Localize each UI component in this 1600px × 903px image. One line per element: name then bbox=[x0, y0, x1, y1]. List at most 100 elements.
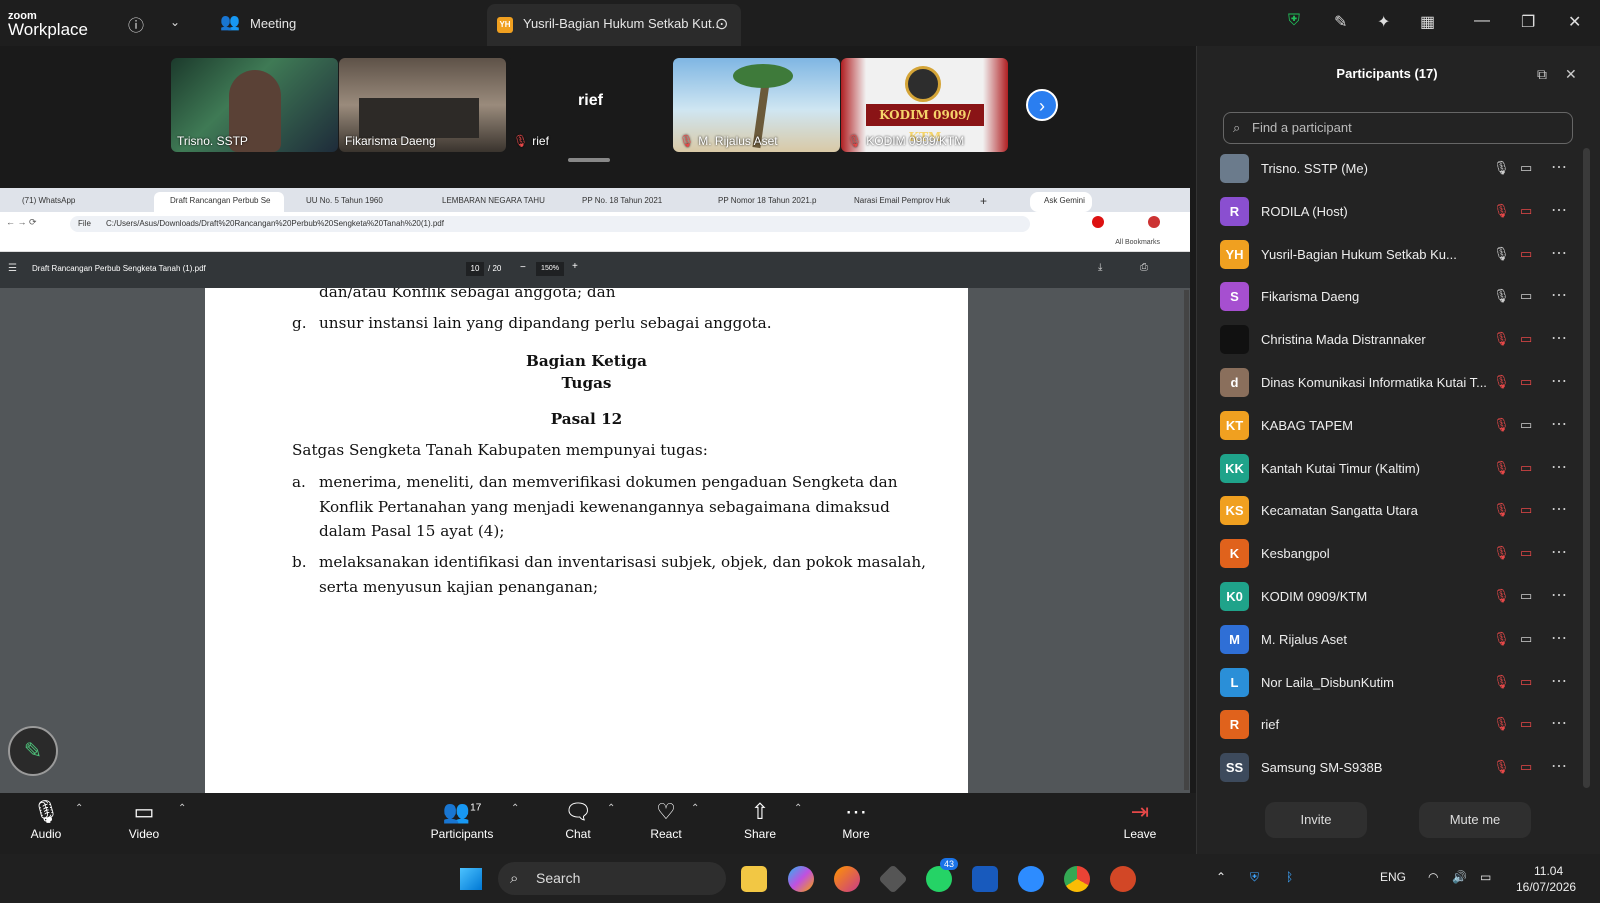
react-button[interactable]: ♡ React bbox=[644, 799, 688, 841]
bluetooth-icon[interactable]: ᛒ bbox=[1286, 870, 1293, 884]
participant-row[interactable]: KT KABAG TAPEM 🎙 ▭ ⋯ bbox=[1197, 405, 1592, 447]
react-options-caret[interactable]: ⌃ bbox=[691, 803, 699, 814]
annotate-pen-icon[interactable]: ✎ bbox=[1334, 12, 1347, 32]
browser-tab[interactable]: PP Nomor 18 Tahun 2021.p bbox=[702, 192, 828, 212]
print-icon[interactable]: ⎙ bbox=[1140, 262, 1148, 273]
file-explorer-icon[interactable] bbox=[741, 866, 767, 892]
clock-date[interactable]: 16/07/2026 bbox=[1516, 880, 1576, 894]
pdf-viewport[interactable]: dan/atau Konflik sebagai anggota; dan g.… bbox=[0, 288, 1190, 793]
download-icon[interactable]: ⤓ bbox=[1098, 262, 1102, 273]
camera-on-icon[interactable]: ▭ bbox=[1520, 160, 1532, 176]
participant-row[interactable]: K Kesbangpol 🎙 ▭ ⋯ bbox=[1197, 533, 1592, 575]
mic-muted-icon[interactable]: 🎙 bbox=[1493, 759, 1510, 775]
mic-muted-icon[interactable]: 🎙 bbox=[1493, 331, 1510, 347]
video-button[interactable]: ▭ Video bbox=[118, 799, 170, 841]
video-tile-fikarisma[interactable]: Fikarisma Daeng bbox=[339, 58, 506, 152]
participant-row[interactable]: S Fikarisma Daeng 🎙 ▭ ⋯ bbox=[1197, 276, 1592, 318]
profile-avatar[interactable] bbox=[1148, 216, 1160, 228]
mic-muted-icon[interactable]: 🎙 bbox=[1493, 588, 1510, 604]
app-icon[interactable] bbox=[878, 864, 908, 894]
video-tile-kodim[interactable]: KODIM 0909/ KTM 🎙 KODIM 0909/KTM bbox=[841, 58, 1008, 152]
participant-row[interactable]: d Dinas Komunikasi Informatika Kutai T...… bbox=[1197, 362, 1592, 404]
mic-on-icon[interactable]: 🎙 bbox=[1493, 288, 1510, 304]
copilot-icon[interactable] bbox=[788, 866, 814, 892]
participant-row[interactable]: K0 KODIM 0909/KTM 🎙 ▭ ⋯ bbox=[1197, 576, 1592, 618]
volume-icon[interactable]: 🔊 bbox=[1452, 870, 1467, 884]
camera-on-icon[interactable]: ▭ bbox=[1520, 588, 1532, 604]
browser-tab[interactable]: LEMBARAN NEGARA TAHU bbox=[426, 192, 556, 212]
taskbar-search-box[interactable]: ⌕ Search bbox=[498, 862, 726, 895]
annotate-pencil-button[interactable]: ✎ bbox=[8, 726, 58, 776]
camera-off-icon[interactable]: ▭ bbox=[1520, 331, 1532, 347]
more-button[interactable]: ⋯ More bbox=[834, 799, 878, 841]
invite-button[interactable]: Invite bbox=[1265, 802, 1367, 838]
more-options-icon[interactable]: ⋯ bbox=[1551, 756, 1567, 776]
security-shield-icon[interactable]: ⛨ bbox=[1288, 12, 1300, 30]
more-options-icon[interactable]: ⋯ bbox=[1551, 585, 1567, 605]
popout-icon[interactable]: ⧉ bbox=[1537, 66, 1547, 83]
more-options-icon[interactable]: ⋯ bbox=[1551, 328, 1567, 348]
more-options-icon[interactable]: ⋯ bbox=[1551, 628, 1567, 648]
participant-row[interactable]: Christina Mada Distrannaker 🎙 ▭ ⋯ bbox=[1197, 319, 1592, 361]
chevron-down-icon[interactable]: ⌄ bbox=[170, 15, 180, 29]
mic-muted-icon[interactable]: 🎙 bbox=[1493, 716, 1510, 732]
firefox-icon[interactable] bbox=[834, 866, 860, 892]
more-options-icon[interactable]: ⋯ bbox=[1551, 371, 1567, 391]
browser-tab[interactable]: PP No. 18 Tahun 2021 bbox=[566, 192, 692, 212]
defender-icon[interactable]: ⛨ bbox=[1250, 870, 1259, 885]
share-options-caret[interactable]: ⌃ bbox=[794, 803, 802, 814]
new-tab-button[interactable]: + bbox=[976, 192, 996, 212]
share-button[interactable]: ⇧ Share bbox=[738, 799, 782, 841]
mic-muted-icon[interactable]: 🎙 bbox=[1493, 502, 1510, 518]
zoom-app-icon[interactable] bbox=[1018, 866, 1044, 892]
participant-row[interactable]: Rrief 🎙 ▭ ⋯ bbox=[1197, 704, 1592, 746]
mic-muted-icon[interactable]: 🎙 bbox=[1493, 460, 1510, 476]
page-number-input[interactable]: 10 bbox=[466, 262, 484, 276]
find-participant-input[interactable]: ⌕ Find a participant bbox=[1223, 112, 1573, 144]
video-tile-trisno[interactable]: Trisno. SSTP bbox=[171, 58, 338, 152]
mute-me-button[interactable]: Mute me bbox=[1419, 802, 1531, 838]
participant-row[interactable]: KK Kantah Kutai Timur (Kaltim) 🎙 ▭ ⋯ bbox=[1197, 448, 1592, 490]
zoom-level-input[interactable]: 150% bbox=[536, 262, 564, 276]
participant-row[interactable]: L Nor Laila_DisbunKutim 🎙 ▭ ⋯ bbox=[1197, 662, 1592, 704]
mic-muted-icon[interactable]: 🎙 bbox=[1493, 631, 1510, 647]
more-options-icon[interactable]: ⊙ bbox=[715, 14, 728, 34]
minimize-icon[interactable]: — bbox=[1474, 12, 1490, 30]
audio-options-caret[interactable]: ⌃ bbox=[75, 803, 83, 814]
more-options-icon[interactable]: ⋯ bbox=[1551, 671, 1567, 691]
clock-time[interactable]: 11.04 bbox=[1534, 864, 1563, 878]
camera-off-icon[interactable]: ▭ bbox=[1520, 502, 1532, 518]
ai-companion-icon[interactable]: ✦ bbox=[1377, 12, 1390, 32]
meeting-tab-label[interactable]: Meeting bbox=[250, 16, 296, 31]
chat-button[interactable]: 🗨 Chat bbox=[556, 799, 600, 841]
more-options-icon[interactable]: ⋯ bbox=[1551, 157, 1567, 177]
more-options-icon[interactable]: ⋯ bbox=[1551, 457, 1567, 477]
participant-row[interactable]: KS Kecamatan Sangatta Utara 🎙 ▭ ⋯ bbox=[1197, 490, 1592, 532]
zoom-in-button[interactable]: + bbox=[572, 261, 578, 272]
camera-off-icon[interactable]: ▭ bbox=[1520, 246, 1532, 262]
url-field[interactable]: File C:/Users/Asus/Downloads/Draft%20Ran… bbox=[70, 216, 1030, 232]
participants-button[interactable]: 👥17 Participants bbox=[426, 799, 498, 841]
powerpoint-icon[interactable] bbox=[1110, 866, 1136, 892]
chrome-icon[interactable] bbox=[1064, 866, 1090, 892]
video-tile-rijalus[interactable]: 🎙 M. Rijalus Aset bbox=[673, 58, 840, 152]
participant-row[interactable]: R RODILA (Host) 🎙 ▭ ⋯ bbox=[1197, 191, 1592, 233]
browser-tab-active[interactable]: Draft Rancangan Perbub Se bbox=[154, 192, 284, 212]
video-options-caret[interactable]: ⌃ bbox=[178, 803, 186, 814]
camera-off-icon[interactable]: ▭ bbox=[1520, 203, 1532, 219]
more-options-icon[interactable]: ⋯ bbox=[1551, 713, 1567, 733]
participant-row[interactable]: YH Yusril-Bagian Hukum Setkab Ku... 🎙 ▭ ⋯ bbox=[1197, 234, 1592, 276]
all-bookmarks-label[interactable]: All Bookmarks bbox=[1115, 239, 1160, 246]
camera-on-icon[interactable]: ▭ bbox=[1520, 631, 1532, 647]
camera-off-icon[interactable]: ▭ bbox=[1520, 674, 1532, 690]
pdf-scrollbar[interactable] bbox=[1184, 290, 1189, 790]
mic-muted-icon[interactable]: 🎙 bbox=[1493, 545, 1510, 561]
camera-off-icon[interactable]: ▭ bbox=[1520, 545, 1532, 561]
apps-icon[interactable]: ▦ bbox=[1420, 12, 1435, 32]
browser-tab[interactable]: UU No. 5 Tahun 1960 bbox=[290, 192, 416, 212]
ask-gemini-button[interactable]: Ask Gemini bbox=[1030, 192, 1092, 212]
browser-tab[interactable]: Narasi Email Pemprov Huk bbox=[838, 192, 966, 212]
next-videos-button[interactable]: › bbox=[1026, 89, 1058, 121]
mic-on-icon[interactable]: 🎙 bbox=[1493, 246, 1510, 262]
tray-overflow-icon[interactable]: ⌃ bbox=[1216, 870, 1226, 884]
